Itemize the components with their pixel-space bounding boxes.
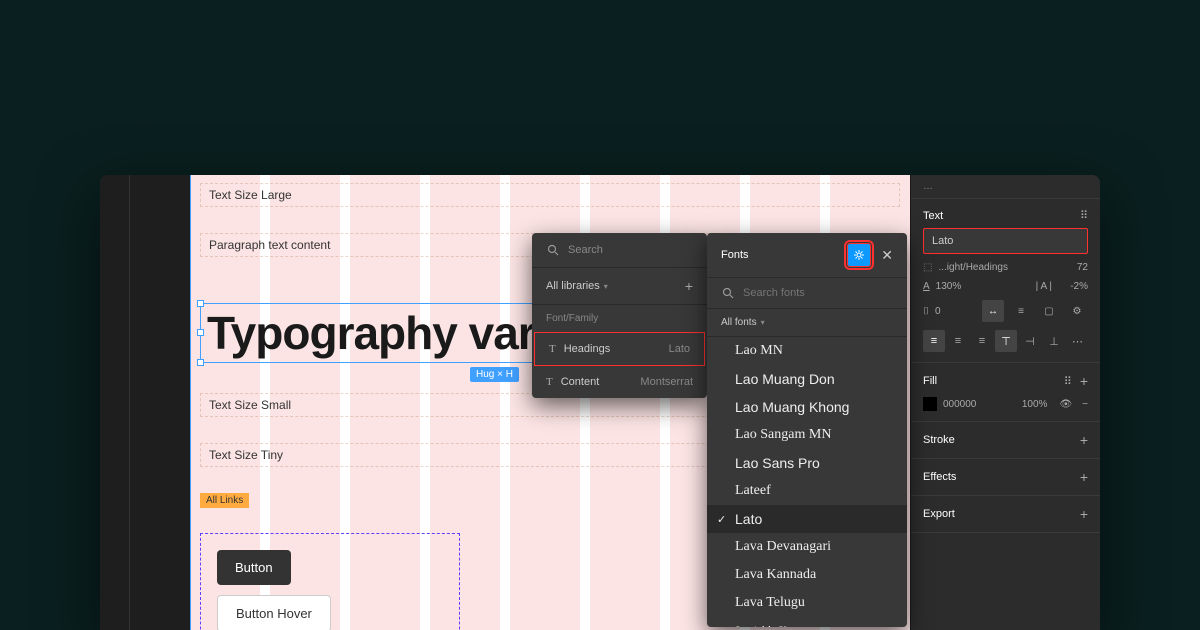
left-gutter (100, 175, 130, 630)
heading-selected[interactable]: Typography var (200, 303, 542, 363)
add-fill-button[interactable]: + (1080, 373, 1088, 389)
font-item[interactable]: Lao MN (707, 337, 907, 365)
fonts-popup[interactable]: Fonts ✕ All fonts ▾ Lao MN Lao Muang Don… (707, 233, 907, 627)
fill-styles-icon[interactable]: ⠿ (1064, 375, 1072, 388)
align-middle-icon[interactable]: ⊣ (1019, 330, 1041, 352)
effects-label: Effects (923, 471, 956, 483)
paragraph-spacing-icon: ⌷ (923, 306, 929, 317)
close-button[interactable]: ✕ (881, 247, 893, 264)
spacing-row: A 130% | A | -2% (923, 281, 1088, 292)
letter-spacing-input[interactable]: -2% (1058, 281, 1088, 292)
app-window: Text Size Large Paragraph text content T… (100, 175, 1100, 630)
fill-swatch[interactable] (923, 397, 937, 411)
letter-spacing-label: | A | (1036, 281, 1052, 292)
export-label: Export (923, 508, 955, 520)
search-icon (546, 243, 560, 257)
fonts-header: Fonts ✕ (707, 233, 907, 278)
text-options-icon[interactable]: ⠿ (1080, 209, 1088, 222)
line-height-icon: A (923, 281, 930, 292)
font-settings-button[interactable] (847, 243, 871, 267)
export-section: Export + (911, 496, 1100, 533)
add-stroke-button[interactable]: + (1080, 432, 1088, 448)
button-primary[interactable]: Button (217, 550, 291, 585)
font-item[interactable]: Lao Sangam MN (707, 421, 907, 449)
font-item[interactable]: Lava Kannada (707, 561, 907, 589)
auto-width-icon[interactable]: ↔ (982, 300, 1004, 322)
variables-popup[interactable]: Search All libraries ▾ + Font/Family T H… (532, 233, 707, 398)
font-item-selected[interactable]: ✓Lato (707, 505, 907, 533)
more-options-icon[interactable]: ⋯ (1067, 330, 1088, 352)
fonts-title: Fonts (721, 249, 749, 261)
font-item[interactable]: Lao Sans Pro (707, 449, 907, 477)
align-bottom-icon[interactable]: ⊥ (1043, 330, 1065, 352)
fonts-search-input[interactable] (743, 287, 893, 299)
text-icon: T (549, 343, 556, 355)
buttons-frame[interactable]: Button Button Hover (200, 533, 460, 630)
font-item[interactable]: Lava Telugu (707, 589, 907, 617)
font-item[interactable]: Lava Devanagari (707, 533, 907, 561)
fonts-list[interactable]: Lao MN Lao Muang Don Lao Muang Khong Lao… (707, 337, 907, 627)
text-large[interactable]: Text Size Large (200, 183, 900, 207)
remove-fill-icon[interactable]: − (1082, 399, 1088, 410)
text-icon: T (546, 376, 553, 388)
properties-panel: … Text ⠿ Lato ⬚ ...ight/Headings 72 A 13… (910, 175, 1100, 630)
libraries-label: All libraries (546, 280, 600, 292)
fill-row[interactable]: 000000 100% 👁 − (923, 397, 1088, 411)
chevron-down-icon: ▾ (761, 318, 765, 327)
search-row[interactable]: Search (532, 233, 707, 268)
selection-handle[interactable] (197, 329, 204, 336)
fill-section: Fill ⠿ + 000000 100% 👁 − (911, 363, 1100, 422)
align-left-icon[interactable]: ≡ (923, 330, 945, 352)
button-hover[interactable]: Button Hover (217, 595, 331, 630)
fonts-search-row[interactable] (707, 278, 907, 309)
paragraph-row: ⌷ 0 ↔ ≡ ▢ ⚙ (923, 300, 1088, 322)
ruler-vertical (190, 175, 191, 630)
ruler-side (130, 175, 190, 630)
selection-handle[interactable] (197, 359, 204, 366)
weight-row[interactable]: ⬚ ...ight/Headings 72 (923, 262, 1088, 273)
family-content[interactable]: T Content Montserrat (532, 366, 707, 398)
font-item[interactable]: Lao Muang Don (707, 365, 907, 393)
stroke-label: Stroke (923, 434, 955, 446)
align-right-icon[interactable]: ≡ (971, 330, 993, 352)
visibility-icon[interactable]: 👁 (1059, 399, 1072, 410)
auto-height-icon[interactable]: ≡ (1010, 300, 1032, 322)
family-headings[interactable]: T Headings Lato (534, 332, 705, 366)
stroke-section: Stroke + (911, 422, 1100, 459)
search-placeholder: Search (568, 244, 603, 256)
variable-icon: ⬚ (923, 262, 932, 273)
fixed-size-icon[interactable]: ▢ (1038, 300, 1060, 322)
paragraph-spacing-input[interactable]: 0 (935, 306, 976, 317)
text-label: Text (923, 210, 943, 222)
passthrough-row: … (911, 175, 1100, 199)
links-label[interactable]: All Links (200, 493, 249, 508)
resize-badge: Hug × H (470, 367, 519, 382)
font-item[interactable]: Lavishly Yours (707, 617, 907, 627)
section-label: Font/Family (532, 305, 707, 332)
type-settings-icon[interactable]: ⚙ (1066, 300, 1088, 322)
heading-text: Typography var (207, 307, 535, 359)
line-height-input[interactable]: 130% (936, 281, 1030, 292)
font-item[interactable]: Lateef (707, 477, 907, 505)
text-section: Text ⠿ Lato ⬚ ...ight/Headings 72 A 130%… (911, 199, 1100, 363)
add-library-button[interactable]: + (685, 278, 693, 294)
fonts-filter[interactable]: All fonts ▾ (707, 309, 907, 337)
libraries-row[interactable]: All libraries ▾ + (532, 268, 707, 305)
effects-section: Effects + (911, 459, 1100, 496)
font-family-field[interactable]: Lato (923, 228, 1088, 254)
chevron-down-icon: ▾ (604, 282, 608, 291)
align-center-icon[interactable]: ≡ (947, 330, 969, 352)
search-icon (721, 286, 735, 300)
align-top-icon[interactable]: ⊤ (995, 330, 1017, 352)
align-row: ≡ ≡ ≡ ⊤ ⊣ ⊥ ⋯ (923, 330, 1088, 352)
add-effect-button[interactable]: + (1080, 469, 1088, 485)
font-item[interactable]: Lao Muang Khong (707, 393, 907, 421)
selection-handle[interactable] (197, 300, 204, 307)
fill-label: Fill (923, 375, 937, 387)
check-icon: ✓ (717, 513, 726, 526)
add-export-button[interactable]: + (1080, 506, 1088, 522)
